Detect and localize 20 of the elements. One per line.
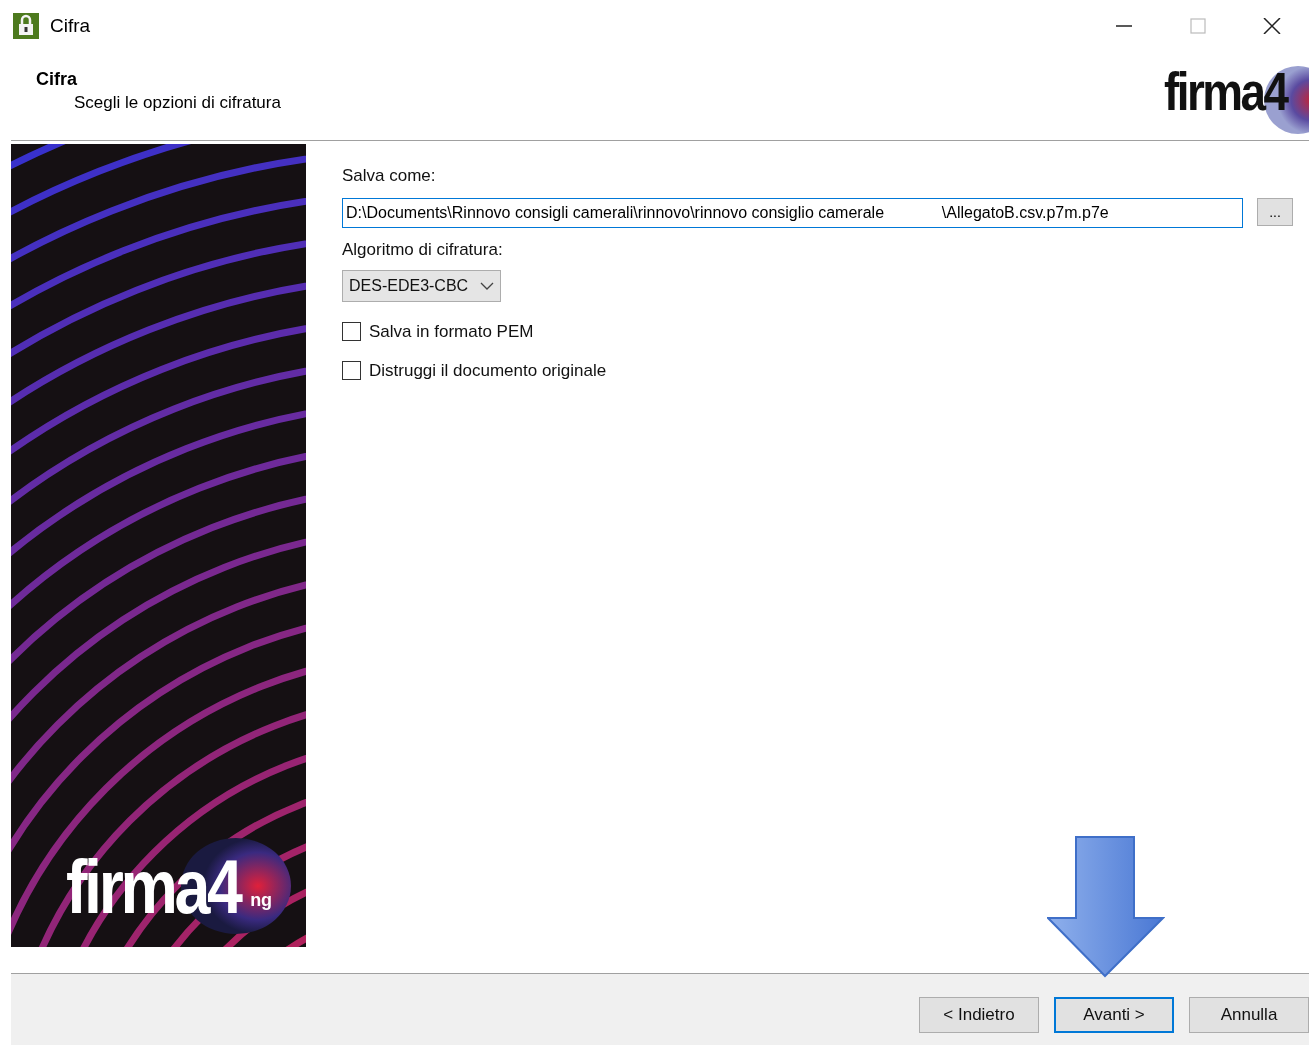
firma4-logo: firma4	[1164, 64, 1309, 134]
checkbox[interactable]	[342, 361, 361, 380]
window-title: Cifra	[50, 15, 91, 37]
page-subtitle: Scegli le opzioni di cifratura	[74, 93, 281, 113]
checkbox-label: Distruggi il documento originale	[369, 360, 607, 381]
algorithm-label: Algoritmo di cifratura:	[342, 240, 504, 261]
algorithm-dropdown[interactable]: DES-EDE3-CBC	[342, 270, 502, 302]
checkbox[interactable]	[342, 322, 361, 341]
wizard-button[interactable]: Annulla	[1189, 997, 1309, 1033]
file-path-field[interactable]: D:\Documents\Rinnovo consigli camerali\rinnovo\rinnovo consiglio camerale \AllegatoB.csv.p7m.p7e	[342, 198, 1243, 228]
browse-button[interactable]: ...	[1257, 198, 1293, 226]
padlock-icon	[13, 13, 39, 39]
wizard-button[interactable]: < Indietro	[919, 997, 1039, 1033]
close-icon[interactable]	[1262, 18, 1282, 34]
checkbox-label: Salva in formato PEM	[369, 321, 534, 342]
chevron-icon	[480, 281, 495, 291]
page-title: Cifra	[36, 69, 78, 90]
save-as-label: Salva come:	[342, 166, 437, 187]
wizard-button[interactable]: Avanti >	[1054, 997, 1174, 1033]
firma4-ng-logo: firma4 ng	[66, 849, 273, 925]
